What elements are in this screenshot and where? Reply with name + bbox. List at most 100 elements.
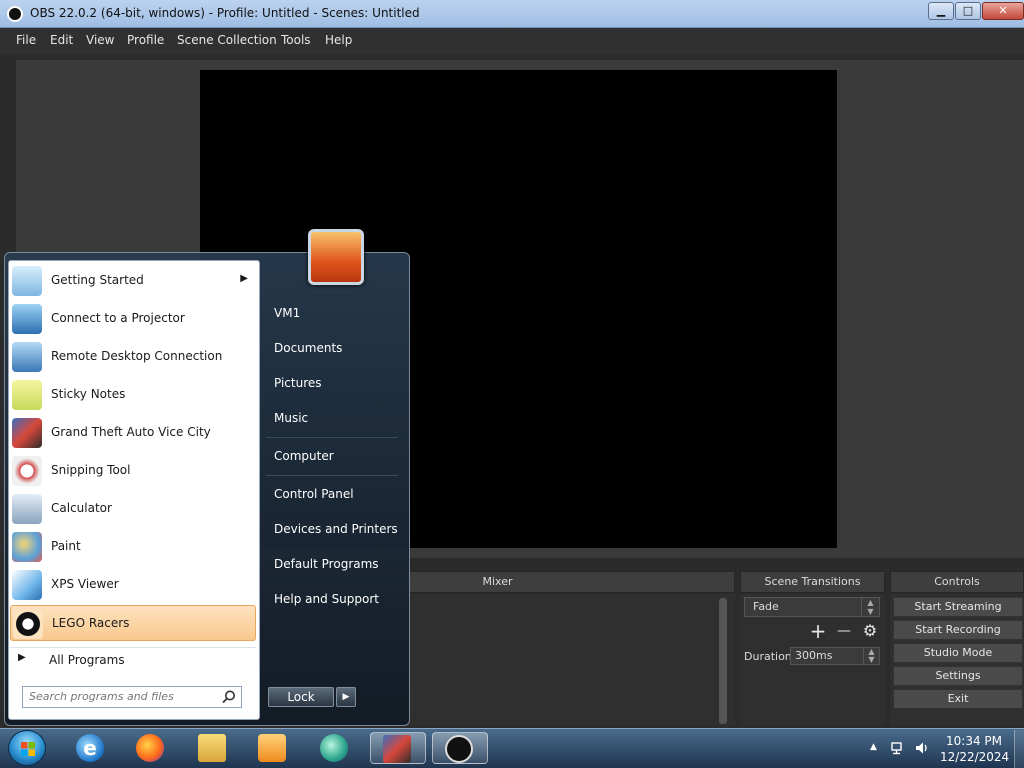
obs-logo-icon [445, 735, 473, 763]
taskbar-app-teal[interactable] [314, 732, 354, 764]
program-label: Calculator [51, 501, 112, 515]
duration-value: 300ms [795, 649, 833, 662]
program-sticky-notes[interactable]: Sticky Notes [10, 377, 256, 413]
menu-tools[interactable]: Tools [281, 33, 311, 47]
taskbar-media-player[interactable] [252, 732, 292, 764]
volume-icon[interactable] [914, 740, 930, 756]
start-menu-separator [266, 475, 398, 476]
start-menu-separator [266, 437, 398, 438]
taskbar-internet-explorer[interactable]: e [70, 732, 110, 764]
taskbar-explorer[interactable] [192, 732, 232, 764]
program-label: Sticky Notes [51, 387, 126, 401]
snipping-tool-icon [12, 456, 42, 486]
duration-input[interactable]: 300ms ▲ ▼ [790, 647, 880, 665]
shutdown-options-arrow-icon[interactable]: ▶ [336, 687, 356, 707]
program-label: Connect to a Projector [51, 311, 185, 325]
mixer-scrollbar[interactable] [719, 598, 727, 724]
maximize-button[interactable]: □ [955, 2, 981, 20]
menu-edit[interactable]: Edit [50, 33, 73, 47]
settings-button[interactable]: Settings [893, 666, 1023, 686]
search-placeholder: Search programs and files [29, 690, 174, 703]
program-label: XPS Viewer [51, 577, 119, 591]
program-xps-viewer[interactable]: XPS Viewer [10, 567, 256, 603]
menu-scene-collection[interactable]: Scene Collection [177, 33, 277, 47]
program-label: Remote Desktop Connection [51, 349, 223, 363]
add-transition-button[interactable]: + [808, 621, 828, 642]
duration-spin-icon[interactable]: ▲ ▼ [863, 648, 879, 664]
windows-flag-icon [21, 742, 35, 756]
menu-view[interactable]: View [86, 33, 114, 47]
close-button[interactable]: ✕ [982, 2, 1024, 20]
firefox-icon [136, 734, 164, 762]
taskbar-firefox[interactable] [130, 732, 170, 764]
obs-logo-icon [7, 6, 23, 22]
menu-file[interactable]: File [16, 33, 36, 47]
start-link-user[interactable]: VM1 [274, 306, 300, 320]
taskbar-obs[interactable] [432, 732, 488, 764]
program-remote-desktop[interactable]: Remote Desktop Connection [10, 339, 256, 375]
program-snipping-tool[interactable]: Snipping Tool [10, 453, 256, 489]
exit-button[interactable]: Exit [893, 689, 1023, 709]
controls-dock-header: Controls [890, 571, 1024, 593]
xps-viewer-icon [12, 570, 42, 600]
paint-icon [12, 532, 42, 562]
start-link-music[interactable]: Music [274, 411, 308, 425]
lock-button[interactable]: Lock [268, 687, 334, 707]
start-button[interactable] [8, 730, 46, 766]
all-programs[interactable]: ▶ All Programs [10, 647, 256, 671]
start-link-pictures[interactable]: Pictures [274, 376, 322, 390]
lego-racers-icon [13, 609, 43, 639]
scene-transitions-dock-header: Scene Transitions [740, 571, 885, 593]
taskbar-clock[interactable]: 10:34 PM 12/22/2024 [940, 733, 1010, 765]
select-spin-icon: ▲ ▼ [861, 598, 879, 616]
scene-transitions-title: Scene Transitions [764, 575, 861, 588]
start-link-default-programs[interactable]: Default Programs [274, 557, 379, 571]
program-calculator[interactable]: Calculator [10, 491, 256, 527]
start-search-input[interactable]: Search programs and files [22, 686, 242, 708]
folder-icon [198, 734, 226, 762]
start-recording-button[interactable]: Start Recording [893, 620, 1023, 640]
start-link-control-panel[interactable]: Control Panel [274, 487, 354, 501]
program-paint[interactable]: Paint [10, 529, 256, 565]
menu-profile[interactable]: Profile [127, 33, 164, 47]
calculator-icon [12, 494, 42, 524]
search-icon [222, 690, 235, 704]
program-connect-projector[interactable]: Connect to a Projector [10, 301, 256, 337]
tray-overflow-chevron-icon[interactable]: ▲ [870, 742, 877, 752]
start-link-computer[interactable]: Computer [274, 449, 334, 463]
start-link-documents[interactable]: Documents [274, 341, 342, 355]
program-label: Getting Started [51, 273, 144, 287]
menu-bar: File Edit View Profile Scene Collection … [0, 28, 1024, 54]
projector-icon [12, 304, 42, 334]
network-icon[interactable] [890, 740, 906, 756]
transition-select-value: Fade [753, 600, 779, 613]
start-link-devices-printers[interactable]: Devices and Printers [274, 522, 398, 536]
remote-desktop-icon [12, 342, 42, 372]
getting-started-icon [12, 266, 42, 296]
sticky-notes-icon [12, 380, 42, 410]
user-picture[interactable] [308, 229, 364, 285]
media-player-icon [258, 734, 286, 762]
program-getting-started[interactable]: Getting Started ▶ [10, 263, 256, 299]
program-lego-racers[interactable]: LEGO Racers [10, 605, 256, 641]
mixer-title: Mixer [482, 575, 513, 588]
program-label: Grand Theft Auto Vice City [51, 425, 211, 439]
taskbar-gta[interactable] [370, 732, 426, 764]
clock-date: 12/22/2024 [940, 750, 1010, 764]
minimize-button[interactable]: ▁ [928, 2, 954, 20]
start-link-help-support[interactable]: Help and Support [274, 592, 379, 606]
window-title-bar: OBS 22.0.2 (64-bit, windows) - Profile: … [0, 0, 1024, 28]
program-gta-vice-city[interactable]: Grand Theft Auto Vice City [10, 415, 256, 451]
show-desktop-button[interactable] [1014, 730, 1024, 768]
duration-label: Duration [744, 650, 792, 663]
gta-icon [383, 735, 411, 763]
transition-properties-gear-icon[interactable]: ⚙ [860, 622, 880, 642]
program-label: Snipping Tool [51, 463, 131, 477]
window-title: OBS 22.0.2 (64-bit, windows) - Profile: … [30, 6, 420, 20]
program-label: LEGO Racers [52, 616, 130, 630]
remove-transition-button[interactable]: — [834, 622, 854, 642]
start-streaming-button[interactable]: Start Streaming [893, 597, 1023, 617]
menu-help[interactable]: Help [325, 33, 352, 47]
transition-select[interactable]: Fade ▲ ▼ [744, 597, 880, 617]
studio-mode-button[interactable]: Studio Mode [893, 643, 1023, 663]
